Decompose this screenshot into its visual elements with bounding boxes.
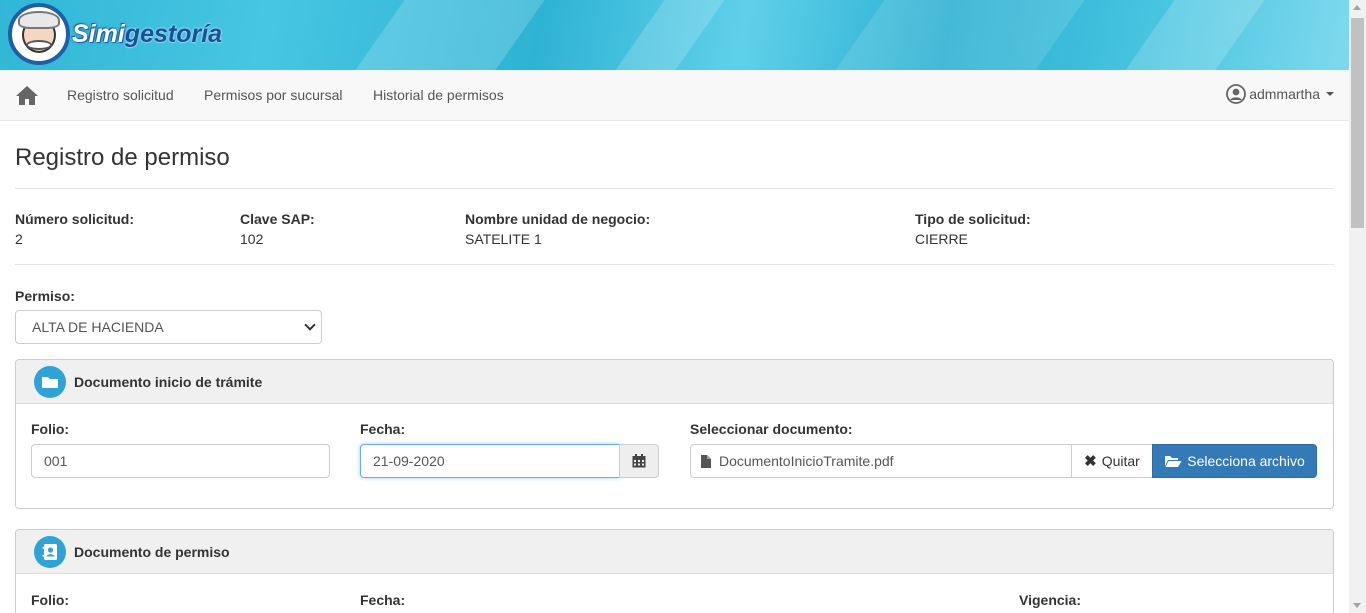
close-icon: ✖ (1084, 453, 1097, 470)
panel-header: Documento inicio de trámite (16, 360, 1333, 404)
vigencia-label: Vigencia: (1019, 592, 1081, 608)
nav-registro-solicitud[interactable]: Registro solicitud (67, 87, 174, 103)
header-banner: Simigestoría (0, 0, 1349, 70)
nav-historial-permisos[interactable]: Historial de permisos (373, 87, 504, 103)
page-title: Registro de permiso (15, 144, 230, 171)
brand-name: Simigestoría (72, 19, 223, 48)
selecciona-archivo-button[interactable]: Selecciona archivo (1152, 444, 1317, 478)
divider (15, 264, 1334, 265)
tipo-solicitud-label: Tipo de solicitud: (915, 211, 1031, 227)
quitar-label: Quitar (1101, 453, 1140, 469)
page-scrollbar[interactable] (1349, 0, 1366, 613)
numero-solicitud-label: Número solicitud: (15, 211, 135, 227)
clave-sap-label: Clave SAP: (240, 211, 315, 227)
panel-title: Documento de permiso (74, 543, 230, 560)
home-icon[interactable] (15, 84, 39, 106)
divider (15, 188, 1334, 189)
clave-sap-value: 102 (240, 231, 264, 247)
chevron-down-icon (304, 319, 316, 331)
folio-input[interactable]: 001 (31, 444, 330, 478)
username: admmartha (1249, 86, 1320, 102)
top-navbar: Registro solicitud Permisos por sucursal… (0, 70, 1349, 121)
numero-solicitud-value: 2 (15, 231, 23, 247)
contact-book-icon (34, 535, 66, 568)
folio-label: Folio: (31, 592, 70, 608)
fecha-input[interactable]: 21-09-2020 (360, 444, 620, 478)
fecha-label: Fecha: (360, 421, 406, 437)
selecciona-archivo-label: Selecciona archivo (1187, 453, 1305, 469)
panel-title: Documento inicio de trámite (74, 373, 263, 390)
user-circle-icon (1226, 84, 1247, 104)
file-icon (701, 454, 711, 468)
nombre-unidad-label: Nombre unidad de negocio: (465, 211, 651, 227)
folio-label: Folio: (31, 421, 70, 437)
scroll-up-icon[interactable] (1353, 5, 1361, 10)
calendar-button[interactable] (619, 444, 659, 478)
nav-permisos-sucursal[interactable]: Permisos por sucursal (204, 87, 343, 103)
permiso-selected-value: ALTA DE HACIENDA (32, 319, 164, 335)
fecha-label: Fecha: (360, 592, 406, 608)
folder-icon (34, 365, 66, 398)
panel-header: Documento de permiso (16, 530, 1333, 574)
permiso-select[interactable]: ALTA DE HACIENDA (15, 310, 322, 344)
document-filename: DocumentoInicioTramite.pdf (719, 453, 894, 469)
nombre-unidad-value: SATELITE 1 (465, 231, 542, 247)
scroll-down-icon[interactable] (1353, 603, 1361, 608)
mascot-logo-icon (8, 3, 70, 65)
seleccionar-documento-label: Seleccionar documento: (690, 421, 853, 437)
quitar-button[interactable]: ✖ Quitar (1071, 444, 1153, 478)
panel-documento-permiso: Documento de permiso (15, 529, 1334, 613)
tipo-solicitud-value: CIERRE (915, 231, 968, 247)
caret-down-icon (1326, 92, 1334, 96)
document-filename-field[interactable]: DocumentoInicioTramite.pdf (690, 444, 1072, 478)
calendar-icon (632, 454, 646, 468)
permiso-label: Permiso: (15, 288, 75, 304)
brand-logo[interactable]: Simigestoría (8, 3, 222, 65)
folder-open-icon (1165, 456, 1182, 467)
user-menu[interactable]: admmartha (1226, 84, 1334, 104)
panel-documento-inicio: Documento inicio de trámite (15, 359, 1334, 509)
scrollbar-thumb[interactable] (1351, 18, 1364, 228)
